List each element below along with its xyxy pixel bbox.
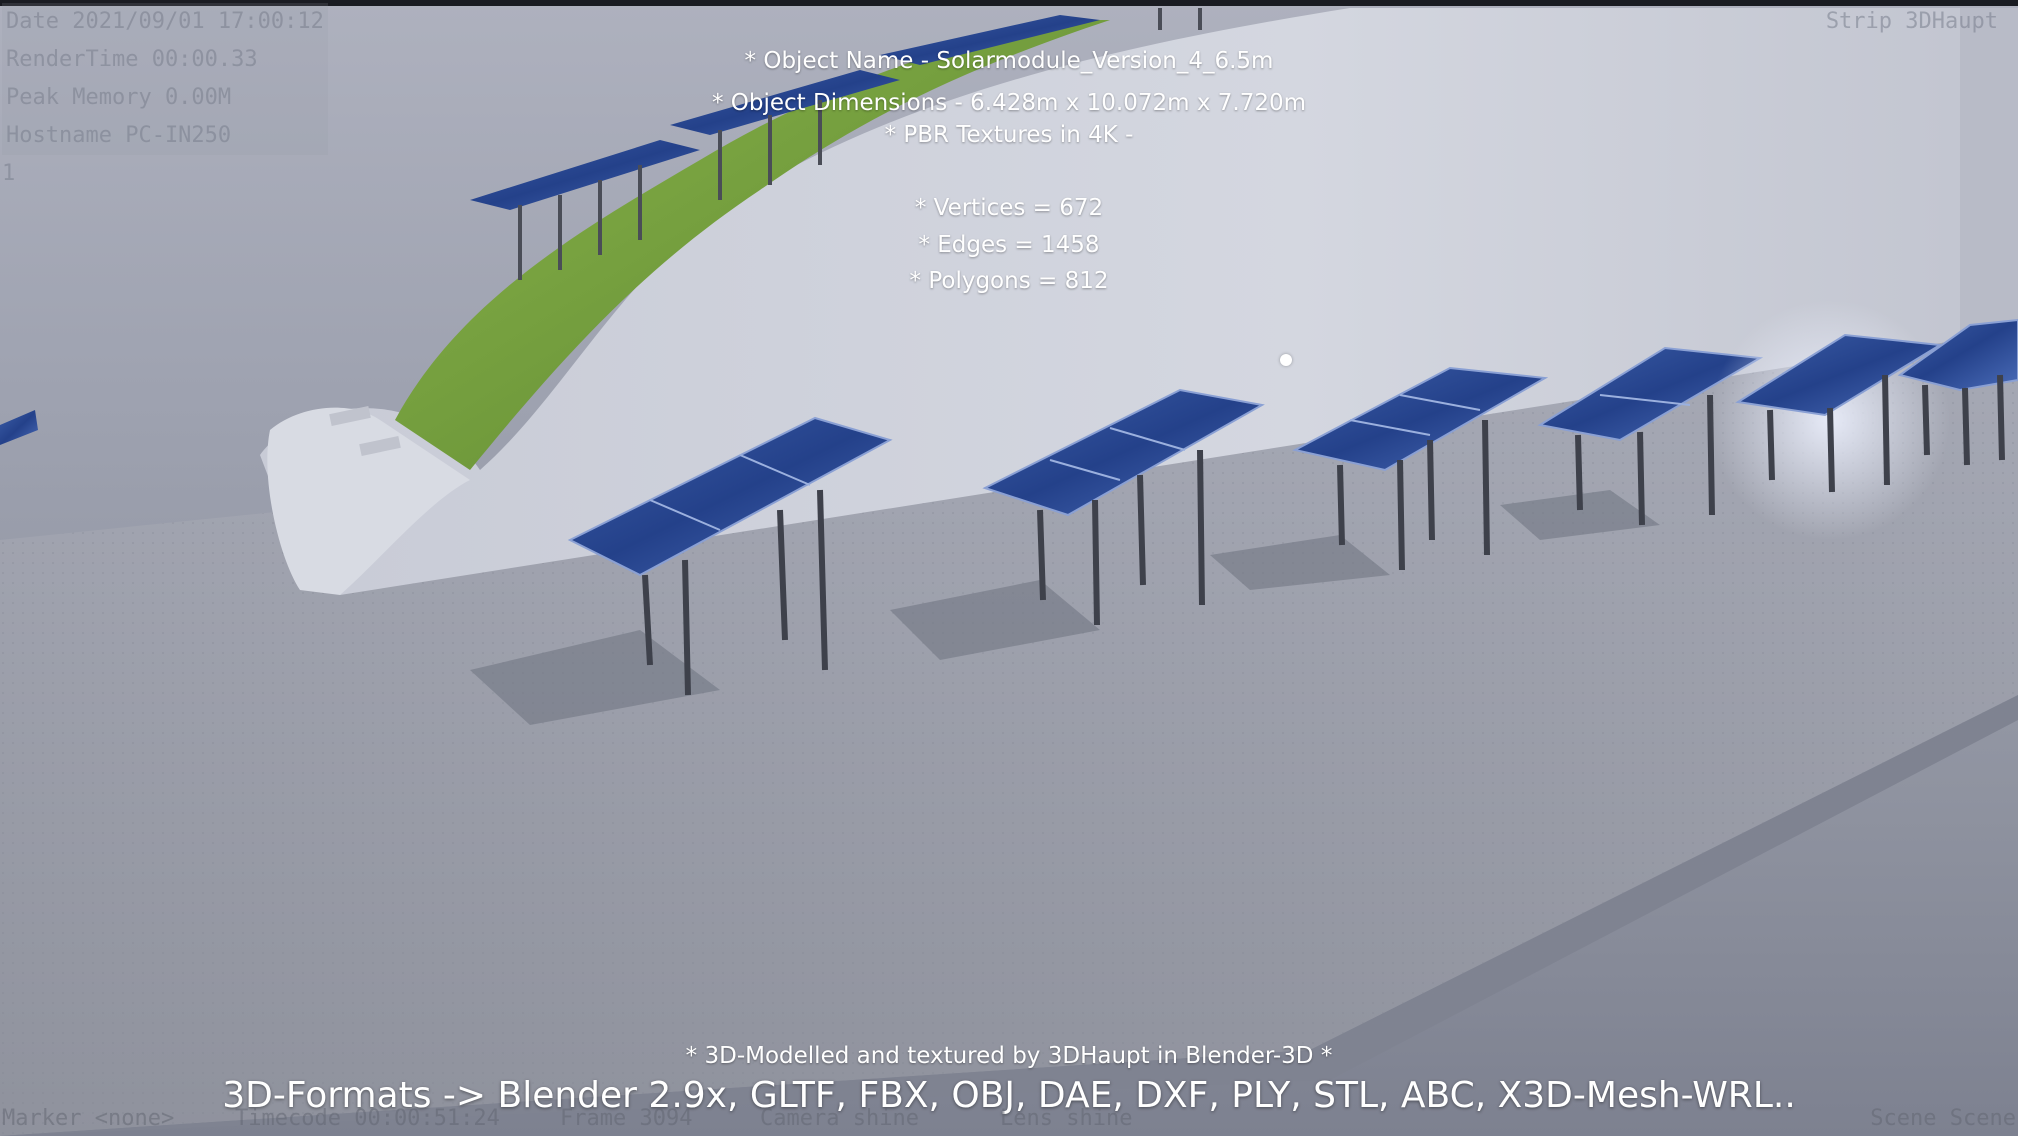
- footer-scene: Scene Scene: [1870, 1106, 2016, 1131]
- object-name-text: * Object Name - Solarmodule_Version_4_6.…: [744, 48, 1274, 74]
- footer-camera: Camera shine: [760, 1106, 919, 1131]
- credit-text: * 3D-Modelled and textured by 3DHaupt in…: [685, 1043, 1333, 1069]
- footer-marker: Marker <none>: [2, 1106, 175, 1131]
- footer-lens: Lens shine: [1000, 1106, 1133, 1131]
- polygons-text: * Polygons = 812: [909, 268, 1109, 294]
- textures-text: * PBR Textures in 4K -: [884, 122, 1134, 148]
- vertices-text: * Vertices = 672: [914, 195, 1104, 221]
- edges-text: * Edges = 1458: [918, 232, 1100, 258]
- cursor-marker: [1280, 354, 1292, 366]
- footer-frame: Frame 3094: [560, 1106, 693, 1131]
- object-dimensions-text: * Object Dimensions - 6.428m x 10.072m x…: [711, 90, 1307, 116]
- render-viewport: Date 2021/09/01 17:00:12 RenderTime 00:0…: [0, 0, 2018, 1136]
- meta-frame-index: 1: [2, 161, 16, 186]
- meta-date: Date 2021/09/01 17:00:12: [2, 3, 328, 41]
- footer-timecode: Timecode 00:00:51:24: [235, 1106, 500, 1131]
- meta-strip: Strip 3DHaupt: [1825, 9, 1998, 34]
